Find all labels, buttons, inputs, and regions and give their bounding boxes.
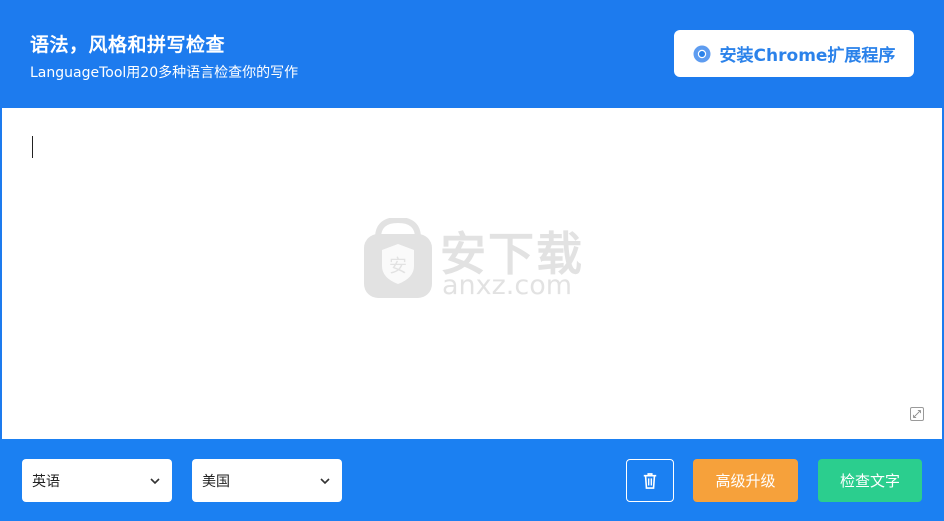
install-chrome-extension-button[interactable]: 安装Chrome扩展程序 xyxy=(674,30,914,77)
watermark: 安 安下载 anxz.com xyxy=(362,218,592,303)
clear-text-button[interactable] xyxy=(626,459,674,502)
resize-handle-icon[interactable] xyxy=(910,407,924,421)
language-select-value: 英语 xyxy=(32,473,60,490)
header: 语法，风格和拼写检查 LanguageTool用20多种语言检查你的写作 安装C… xyxy=(0,0,944,108)
install-chrome-extension-label: 安装Chrome扩展程序 xyxy=(719,46,896,66)
page-title: 语法，风格和拼写检查 xyxy=(30,34,226,56)
chrome-icon xyxy=(693,45,711,63)
watermark-shield-char: 安 xyxy=(389,256,407,277)
chevron-down-icon xyxy=(320,477,330,484)
region-select-value: 美国 xyxy=(202,473,230,490)
watermark-text-en: anxz.com xyxy=(442,270,573,301)
region-select[interactable]: 美国 xyxy=(192,459,342,502)
languagetool-window: 语法，风格和拼写检查 LanguageTool用20多种语言检查你的写作 安装C… xyxy=(0,0,944,521)
chevron-down-icon xyxy=(150,477,160,484)
check-text-button[interactable]: 检查文字 xyxy=(818,459,922,502)
trash-icon xyxy=(643,472,657,489)
page-subtitle: LanguageTool用20多种语言检查你的写作 xyxy=(30,65,299,81)
text-caret xyxy=(32,136,33,158)
watermark-shield-icon: 安 xyxy=(364,218,432,298)
language-select[interactable]: 英语 xyxy=(22,459,172,502)
text-editor[interactable]: 安 安下载 anxz.com xyxy=(2,108,942,439)
footer-toolbar: 英语 美国 高级升级 检查文字 xyxy=(0,439,944,521)
premium-upgrade-button[interactable]: 高级升级 xyxy=(693,459,798,502)
